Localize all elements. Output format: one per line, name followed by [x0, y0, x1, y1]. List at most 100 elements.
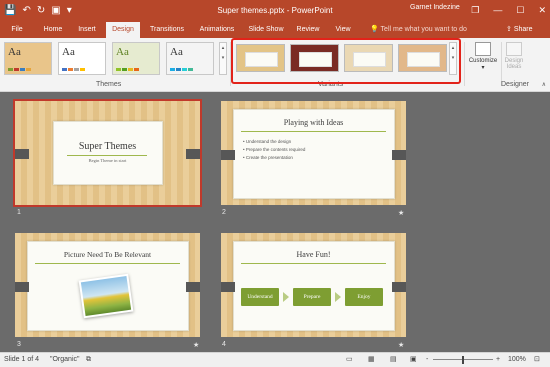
slide-number-1: 1 [17, 209, 21, 216]
slide-photo-image [78, 273, 134, 319]
share-icon: ⇪ [506, 26, 512, 33]
collapse-ribbon-icon[interactable]: ∧ [542, 81, 546, 88]
chevron-down-icon: ▾ [481, 65, 485, 71]
title-rule [241, 131, 386, 132]
close-button[interactable]: ✕ [538, 3, 546, 18]
window-controls: ❐ — ☐ ✕ [471, 3, 546, 18]
flow-step-understand: Understand [241, 288, 279, 306]
slide-sorter-view: Super Themes Begin Theme in start 1 Play… [0, 92, 550, 352]
slide-title: Picture Need To Be Relevant [63, 250, 152, 259]
slide-number-2: 2 [222, 209, 226, 216]
window-title: Super themes.pptx - PowerPoint [217, 6, 333, 15]
slide-card [53, 121, 163, 185]
bullet-text: Create the presentation [245, 155, 293, 160]
share-label: Share [513, 26, 533, 33]
design-ideas-label: Design Ideas [504, 58, 524, 70]
normal-view-icon[interactable]: ▭ [346, 353, 353, 367]
title-rule [67, 155, 147, 156]
slide-title: Playing with Ideas [283, 118, 344, 127]
slide-title: Super Themes [78, 141, 137, 152]
tab-home[interactable]: Home [38, 22, 68, 38]
slide-thumbnail-4[interactable]: Have Fun! Understand Prepare Enjoy [221, 233, 406, 337]
tab-slide-show[interactable]: Slide Show [244, 22, 288, 38]
flow-step-enjoy: Enjoy [345, 288, 383, 306]
theme-color-bars [170, 68, 193, 71]
themes-group-label: Themes [96, 81, 122, 88]
theme-aa-label: Aa [62, 46, 75, 58]
theme-thumbnail-organic[interactable]: Aa [4, 42, 52, 75]
zoom-slider-thumb[interactable] [462, 356, 464, 364]
bullet-item: • Create the presentation [243, 155, 293, 160]
lightbulb-icon: 💡 [370, 26, 379, 33]
theme-color-bars [62, 68, 85, 71]
design-ideas-icon [506, 42, 522, 56]
ribbon-display-icon[interactable]: ❐ [471, 3, 479, 18]
title-bar: 💾 ↶ ↻ ▣ ▾ Super themes.pptx - PowerPoint… [0, 0, 550, 22]
share-button[interactable]: ⇪ Share [506, 22, 533, 38]
theme-name-status: "Organic" [50, 356, 80, 363]
reading-view-icon[interactable]: ▤ [390, 353, 397, 367]
variants-highlight-box [231, 38, 461, 84]
transition-star-icon[interactable]: ★ [193, 341, 199, 349]
slide-subtitle: Begin Theme in start [88, 158, 127, 163]
customize-button[interactable]: Customize ▾ [466, 42, 500, 71]
theme-thumbnail-integral[interactable]: Aa [166, 42, 214, 75]
slide-tab-right [392, 282, 406, 292]
themes-gallery-more-button[interactable]: ▴ ▾ [219, 42, 227, 75]
theme-aa-label: Aa [116, 46, 129, 58]
slide-sorter-view-icon[interactable]: ▦ [368, 353, 375, 367]
theme-thumbnail-office[interactable]: Aa [58, 42, 106, 75]
slide-thumbnail-1[interactable]: Super Themes Begin Theme in start [13, 99, 202, 207]
tab-design[interactable]: Design [106, 22, 140, 38]
theme-color-bars [116, 68, 139, 71]
slide-tab-right [186, 282, 200, 292]
bullet-item: • Understand the design [243, 139, 292, 144]
transition-star-icon[interactable]: ★ [398, 209, 404, 217]
slide-tab-left [221, 282, 235, 292]
slide-tab-left [15, 282, 29, 292]
tab-review[interactable]: Review [292, 22, 324, 38]
slide-tab-right [392, 150, 406, 160]
bullet-item: • Prepare the contents required [243, 147, 306, 152]
slide-number-4: 4 [222, 341, 226, 348]
design-ideas-button[interactable]: Design Ideas [502, 42, 526, 70]
tab-file[interactable]: File [4, 22, 30, 38]
flow-step-prepare: Prepare [293, 288, 331, 306]
minimize-button[interactable]: — [493, 3, 502, 18]
flow-arrow-icon [283, 292, 289, 302]
photo-content [80, 275, 132, 317]
tell-me-search[interactable]: 💡 Tell me what you want to do [370, 22, 467, 38]
tell-me-text: Tell me what you want to do [380, 26, 467, 33]
title-rule [35, 263, 180, 264]
slide-thumbnail-2[interactable]: Playing with Ideas • Understand the desi… [221, 101, 406, 205]
account-user[interactable]: Garnet Indezine [410, 4, 460, 11]
slide-title: Have Fun! [296, 250, 331, 259]
maximize-button[interactable]: ☐ [516, 3, 524, 18]
flow-arrow-icon [335, 292, 341, 302]
slide-number-3: 3 [17, 341, 21, 348]
bullet-text: Prepare the contents required [245, 147, 306, 152]
slide-tab-left [221, 150, 235, 160]
group-divider [464, 42, 465, 86]
zoom-level[interactable]: 100% [508, 353, 526, 367]
slide-count-status: Slide 1 of 4 [4, 356, 40, 363]
ribbon-tabs: File Home Insert Design Transitions Anim… [0, 22, 550, 38]
tab-transitions[interactable]: Transitions [144, 22, 190, 38]
title-rule [241, 263, 386, 264]
theme-thumbnail-facet[interactable]: Aa [112, 42, 160, 75]
status-bar: Slide 1 of 4 "Organic" ⧉ ▭ ▦ ▤ ▣ - + 100… [0, 352, 550, 367]
fit-slide-icon[interactable]: ⊡ [534, 353, 540, 367]
tab-view[interactable]: View [330, 22, 356, 38]
tab-insert[interactable]: Insert [72, 22, 102, 38]
zoom-in-button[interactable]: + [496, 353, 500, 367]
customize-icon [475, 42, 491, 56]
slide-show-view-icon[interactable]: ▣ [410, 353, 417, 367]
tab-animations[interactable]: Animations [194, 22, 240, 38]
proofing-icon[interactable]: ⧉ [86, 353, 91, 367]
theme-aa-label: Aa [8, 46, 21, 58]
designer-group-label: Designer [501, 81, 530, 88]
transition-star-icon[interactable]: ★ [398, 341, 404, 349]
slide-thumbnail-3[interactable]: Picture Need To Be Relevant [15, 233, 200, 337]
zoom-out-button[interactable]: - [426, 353, 428, 367]
theme-color-bars [8, 68, 31, 71]
